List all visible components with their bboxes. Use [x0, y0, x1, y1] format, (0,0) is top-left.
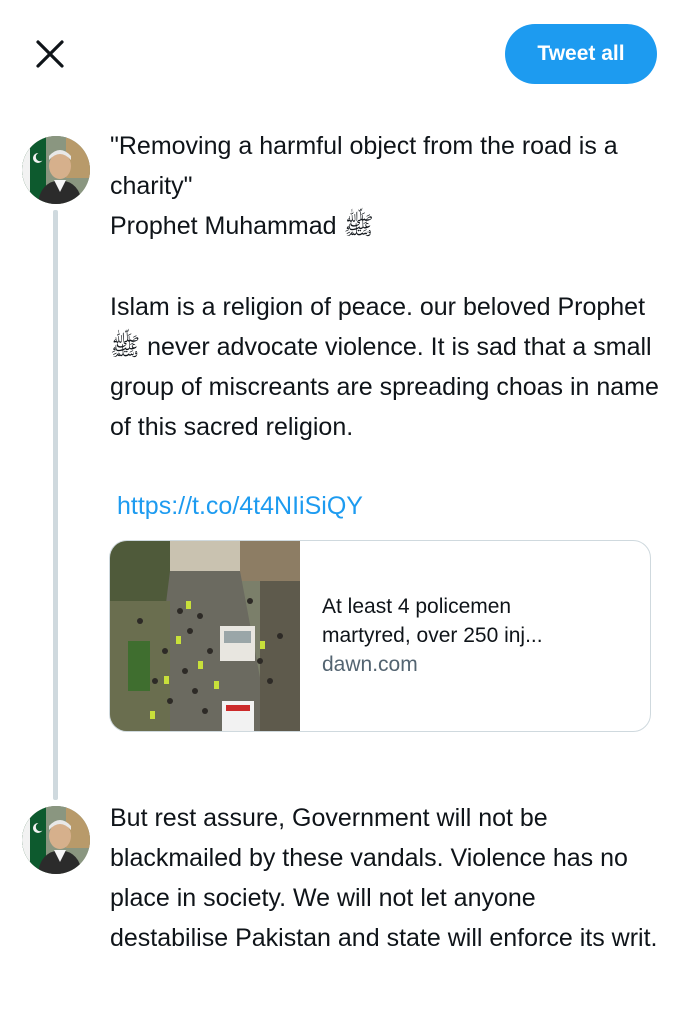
- tweet-all-button[interactable]: Tweet all: [505, 24, 657, 84]
- avatar-photo: [22, 806, 90, 874]
- tweet-thread-composer: Tweet all "Removing a harmful object fro…: [0, 0, 680, 1024]
- link-preview-card[interactable]: At least 4 policemen martyred, over 250 …: [109, 540, 651, 732]
- avatar[interactable]: [22, 136, 90, 204]
- tweet-link[interactable]: https://t.co/4t4NIiSiQY: [117, 486, 363, 526]
- close-icon: [36, 40, 64, 68]
- card-title: At least 4 policemen martyred, over 250 …: [322, 595, 543, 647]
- tweet-quote-text: "Removing a harmful object from the road…: [110, 132, 618, 240]
- avatar[interactable]: [22, 806, 90, 874]
- news-photo-crowd: [110, 541, 300, 731]
- card-domain: dawn.com: [322, 653, 418, 676]
- card-text: At least 4 policemen martyred, over 250 …: [300, 541, 572, 731]
- thread-connector-line: [53, 210, 58, 800]
- tweet-body-text: Islam is a religion of peace. our belove…: [110, 293, 666, 441]
- close-button[interactable]: [30, 34, 70, 74]
- tweet-body-text: But rest assure, Government will not be …: [110, 804, 658, 952]
- avatar-photo: [22, 136, 90, 204]
